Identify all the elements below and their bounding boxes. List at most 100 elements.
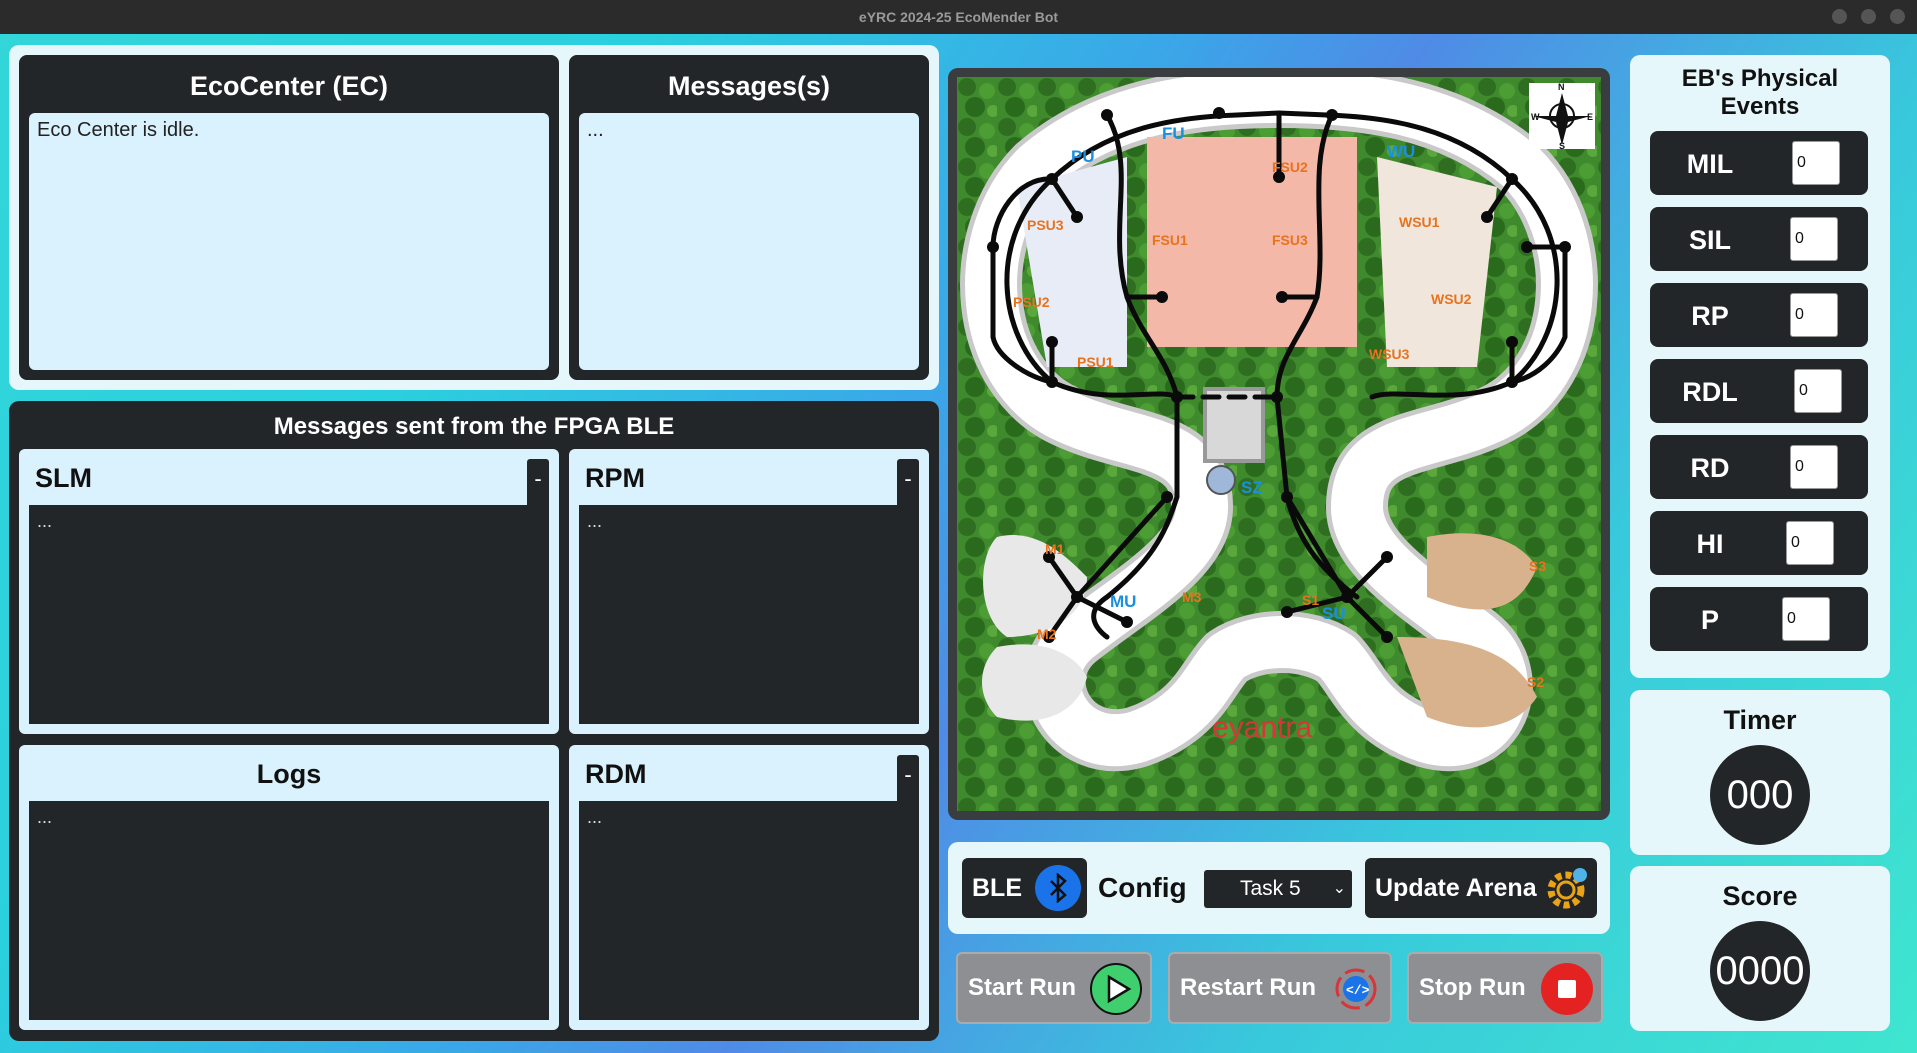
label-m1: M1	[1045, 541, 1065, 557]
label-pu: PU	[1071, 147, 1095, 166]
event-label-sil: SIL	[1688, 225, 1731, 255]
events-panel: EB's Physical Events MIL 0 SIL 0 RP 0 RD…	[1630, 55, 1890, 678]
center-building	[1203, 387, 1265, 463]
label-fsu2: FSU2	[1272, 159, 1308, 175]
label-sz: SZ	[1241, 478, 1263, 497]
label-fsu1: FSU1	[1152, 232, 1188, 248]
svg-text:E: E	[1587, 112, 1593, 122]
slm-body: ...	[29, 505, 549, 724]
ble-label: BLE	[972, 873, 1022, 902]
label-fsu3: FSU3	[1272, 232, 1308, 248]
stop-run-label: Stop Run	[1419, 974, 1526, 1001]
ecocenter-body: Eco Center is idle.	[29, 113, 549, 370]
logs-title: Logs	[256, 759, 322, 789]
timer-panel: Timer 000	[1630, 690, 1890, 855]
ecocenter-title: EcoCenter (EC)	[189, 71, 389, 101]
maximize-button[interactable]	[1861, 9, 1876, 24]
minimize-button[interactable]	[1832, 9, 1847, 24]
messages-title: Messages(s)	[667, 71, 831, 101]
label-s2: S2	[1527, 674, 1544, 690]
arena-svg: FU PU WU SZ MU SU FSU1 FSU2 FSU3 PSU1 PS…	[957, 77, 1601, 811]
event-row-hi: HI 0	[1650, 511, 1868, 575]
event-input-hi[interactable]: 0	[1786, 521, 1834, 565]
label-s1: S1	[1302, 592, 1319, 608]
rpm-panel: RPM - ...	[569, 449, 929, 734]
rdm-collapse-button[interactable]: -	[897, 755, 919, 801]
label-wsu2: WSU2	[1431, 291, 1472, 307]
label-psu3: PSU3	[1027, 217, 1064, 233]
messages-body: ...	[579, 113, 919, 370]
svg-text:S: S	[1559, 141, 1565, 151]
label-psu1: PSU1	[1077, 354, 1114, 370]
waste-zone	[1377, 157, 1497, 367]
start-run-button[interactable]: Start Run	[956, 952, 1152, 1024]
event-label-rdl: RDL	[1682, 377, 1738, 407]
event-input-rd[interactable]: 0	[1790, 445, 1838, 489]
event-row-rp: RP 0	[1650, 283, 1868, 347]
score-display: 0000	[1710, 921, 1810, 1021]
stop-icon	[1541, 963, 1593, 1015]
rpm-body: ...	[579, 505, 919, 724]
robot-icon	[1206, 465, 1236, 495]
task-select-value: Task 5	[1240, 877, 1301, 900]
logs-panel: Logs ...	[19, 745, 559, 1030]
event-label-rp: RP	[1691, 301, 1729, 331]
close-button[interactable]	[1890, 9, 1905, 24]
rdm-body: ...	[579, 801, 919, 1020]
event-row-rd: RD 0	[1650, 435, 1868, 499]
eyantra-logo: eyantra	[1212, 711, 1312, 744]
rpm-title: RPM	[585, 463, 645, 493]
score-title: Score	[1722, 881, 1798, 911]
task-select[interactable]: Task 5 ⌄	[1204, 870, 1352, 908]
event-row-mil: MIL 0	[1650, 131, 1868, 195]
window-titlebar: eYRC 2024-25 EcoMender Bot	[0, 0, 1917, 34]
restart-code-icon: </>	[1330, 963, 1382, 1015]
timer-display: 000	[1710, 745, 1810, 845]
event-input-mil[interactable]: 0	[1792, 141, 1840, 185]
label-m3: M3	[1182, 589, 1202, 605]
event-row-sil: SIL 0	[1650, 207, 1868, 271]
event-input-p[interactable]: 0	[1782, 597, 1830, 641]
label-s3: S3	[1529, 558, 1546, 574]
restart-run-button[interactable]: Restart Run </>	[1168, 952, 1392, 1024]
label-m2: M2	[1037, 626, 1057, 642]
event-label-p: P	[1700, 605, 1719, 635]
update-arena-button[interactable]: Update Arena	[1365, 858, 1597, 918]
messages-card: Messages(s) ...	[569, 55, 929, 380]
arena-map: FU PU WU SZ MU SU FSU1 FSU2 FSU3 PSU1 PS…	[948, 68, 1610, 820]
window-title: eYRC 2024-25 EcoMender Bot	[858, 9, 1059, 25]
label-wu: WU	[1387, 142, 1415, 161]
label-mu: MU	[1110, 592, 1136, 611]
label-wsu1: WSU1	[1399, 214, 1440, 230]
restart-run-label: Restart Run	[1180, 974, 1317, 1001]
event-label-hi: HI	[1696, 529, 1724, 559]
slm-panel: SLM - ...	[19, 449, 559, 734]
fpga-panel-title: Messages sent from the FPGA BLE	[273, 413, 675, 440]
event-row-p: P 0	[1650, 587, 1868, 651]
score-panel: Score 0000	[1630, 866, 1890, 1031]
svg-text:N: N	[1558, 82, 1565, 92]
label-wsu3: WSU3	[1369, 346, 1410, 362]
timer-title: Timer	[1723, 705, 1797, 735]
update-arena-label: Update Arena	[1375, 873, 1537, 902]
svg-text:W: W	[1531, 112, 1540, 122]
label-psu2: PSU2	[1013, 294, 1050, 310]
bluetooth-icon	[1035, 865, 1081, 911]
stop-run-button[interactable]: Stop Run	[1407, 952, 1603, 1024]
event-label-mil: MIL	[1686, 149, 1734, 179]
events-title: EB's Physical Events	[1681, 65, 1839, 120]
event-row-rdl: RDL 0	[1650, 359, 1868, 423]
event-input-rdl[interactable]: 0	[1794, 369, 1842, 413]
ecocenter-card: EcoCenter (EC) Eco Center is idle.	[19, 55, 559, 380]
rpm-collapse-button[interactable]: -	[897, 459, 919, 505]
play-icon	[1090, 963, 1142, 1015]
label-su: SU	[1322, 604, 1346, 623]
event-label-rd: RD	[1690, 453, 1730, 483]
event-input-sil[interactable]: 0	[1790, 217, 1838, 261]
slm-collapse-button[interactable]: -	[527, 459, 549, 505]
event-input-rp[interactable]: 0	[1790, 293, 1838, 337]
rdm-panel: RDM - ...	[569, 745, 929, 1030]
ble-button[interactable]: BLE	[962, 858, 1087, 918]
gear-icon	[1545, 866, 1589, 910]
chevron-down-icon: ⌄	[1332, 880, 1346, 897]
